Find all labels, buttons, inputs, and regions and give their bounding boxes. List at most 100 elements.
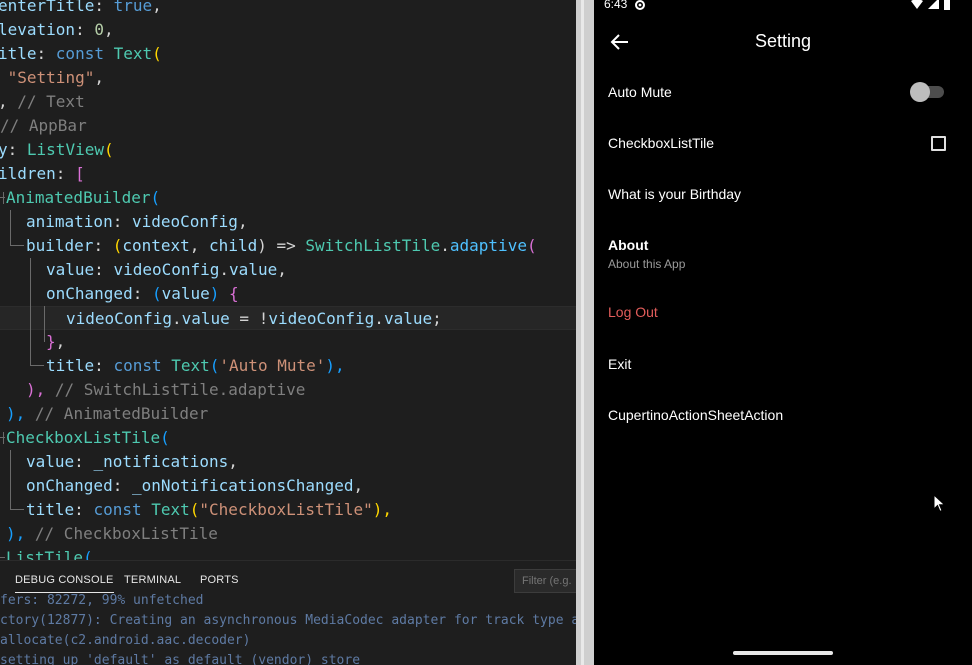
home-indicator[interactable] (733, 651, 833, 655)
mouse-cursor-icon (933, 494, 946, 513)
code-line: value: _notifications, (0, 450, 576, 474)
indent-guide (10, 210, 11, 246)
code-token: , (353, 476, 364, 495)
code-line: ListTile( (0, 546, 576, 560)
code-token: videoConfig (113, 260, 220, 279)
code-token: const (93, 500, 152, 519)
code-token: : (74, 500, 94, 519)
code-token: ) => (257, 236, 306, 255)
code-token: : (94, 260, 114, 279)
switch-thumb[interactable] (910, 82, 930, 102)
code-token: const (113, 356, 172, 375)
code-token: true (113, 0, 153, 15)
code-token: // Text (17, 92, 85, 111)
code-line: ), // CheckboxListTile (0, 522, 576, 546)
splitter-bar (581, 0, 584, 665)
console-filter-input[interactable] (514, 569, 576, 593)
tile-subtitle: About this App (608, 257, 686, 271)
code-token: value (46, 260, 95, 279)
code-token: ( (526, 236, 537, 255)
code-token: videoConfig (131, 212, 238, 231)
code-token: : (36, 44, 56, 63)
code-token: , (103, 20, 114, 39)
battery-icon (944, 0, 950, 10)
indent-guide (0, 557, 5, 558)
tab-ports[interactable]: PORTS (200, 571, 239, 593)
code-token: "CheckboxListTile" (199, 500, 373, 519)
code-token: AnimatedBuilder (6, 188, 151, 207)
code-token: videoConfig (66, 309, 172, 328)
code-token: SwitchListTile (305, 236, 441, 255)
console-line: allocate(c2.android.aac.decoder) (0, 633, 251, 648)
code-line: }, (0, 330, 576, 354)
code-line: // AppBar (0, 114, 576, 138)
indent-guide (0, 437, 5, 438)
list-item-cupertino-action[interactable]: CupertinoActionSheetAction (594, 390, 972, 442)
code-token: , (94, 68, 104, 87)
code-token: onChanged (46, 284, 133, 303)
code-token: Text (171, 356, 210, 375)
code-token: . (171, 309, 182, 328)
tile-title: Exit (608, 356, 632, 372)
code-token: , (152, 0, 162, 15)
code-token: // AppBar (0, 116, 87, 135)
code-line: onChanged: (value) { (0, 282, 576, 306)
code-line: y: ListView( (0, 138, 576, 162)
code-token: ( (112, 236, 123, 255)
tab-terminal[interactable]: TERMINAL (124, 571, 181, 593)
code-token: animation (26, 212, 113, 231)
indent-guide (44, 306, 45, 342)
code-token: , (0, 92, 17, 111)
code-token: itle (0, 44, 37, 63)
list-item-checkbox[interactable]: CheckboxListTile (594, 118, 972, 170)
code-token: ( (150, 188, 161, 207)
page-title: Setting (754, 31, 812, 51)
code-line: , // Text (0, 90, 576, 114)
checkbox[interactable] (931, 136, 946, 151)
code-token: // AnimatedBuilder (34, 404, 209, 423)
tile-title: What is your Birthday (608, 186, 742, 202)
code-token: , (228, 452, 238, 471)
tile-title: Auto Mute (608, 84, 672, 100)
indent-guide (3, 432, 4, 444)
code-token: ; (432, 309, 442, 328)
indent-guide (30, 365, 44, 366)
indent-guide (30, 258, 31, 366)
code-line: itle: const Text( (0, 42, 576, 66)
signal-icon (927, 0, 939, 9)
code-line: ildren: [ (0, 162, 576, 186)
list-item-exit[interactable]: Exit (594, 338, 972, 390)
tab-debug-console[interactable]: DEBUG CONSOLE (15, 571, 114, 593)
code-token: = (229, 309, 259, 328)
code-token: title (26, 500, 75, 519)
code-line: videoConfig.value = !videoConfig.value; (0, 306, 576, 330)
app-bar: Setting (594, 16, 972, 66)
code-token: : (94, 0, 114, 15)
console-line: ctory(12877): Creating an asynchronous M… (0, 613, 576, 628)
window-splitter[interactable] (576, 0, 594, 665)
code-token: : (94, 356, 114, 375)
code-token: : (132, 284, 152, 303)
code-token: enterTitle (0, 0, 95, 15)
code-token: ( (189, 500, 200, 519)
code-token: builder (26, 236, 94, 255)
list-item-about[interactable]: About About this App (594, 220, 972, 286)
code-token: Text (151, 500, 190, 519)
code-editor[interactable]: enterTitle: true, levation: 0, itle: const… (0, 0, 576, 560)
code-token: . (374, 309, 384, 328)
code-token: 0 (94, 20, 104, 39)
code-token: ListView (26, 140, 104, 159)
code-token: value (161, 284, 210, 303)
code-token: ) (209, 284, 230, 303)
code-token: : (55, 164, 76, 183)
code-token: title (46, 356, 95, 375)
tile-title: CheckboxListTile (608, 135, 715, 151)
code-token: value (26, 452, 75, 471)
code-token: adaptive (449, 236, 527, 255)
list-item-logout[interactable]: Log Out (594, 286, 972, 338)
code-line: title: const Text("CheckboxListTile"), (0, 498, 576, 522)
code-token: "Setting" (7, 68, 95, 87)
list-item-birthday[interactable]: What is your Birthday (594, 170, 972, 220)
code-token: [ (75, 164, 85, 183)
indent-guide (10, 509, 24, 510)
